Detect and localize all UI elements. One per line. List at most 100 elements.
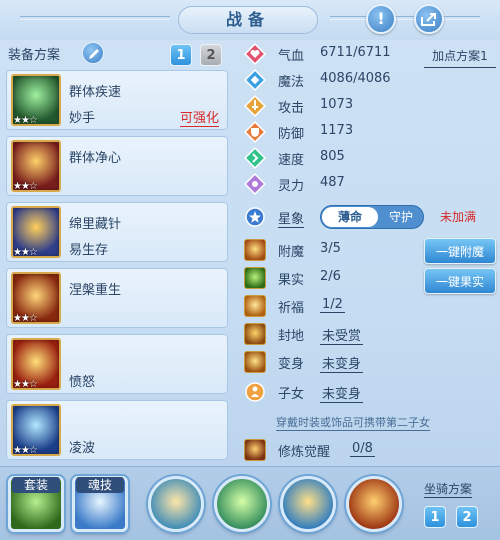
extra-value[interactable]: 未变身 xyxy=(320,383,364,403)
slot-stars: ★★☆ xyxy=(13,181,38,192)
star-sign-toggle[interactable]: 薄命 守护 xyxy=(320,205,424,229)
skill-slot[interactable] xyxy=(148,476,204,532)
equip-slot[interactable]: ★★☆ 群体净心 xyxy=(6,136,228,196)
skill-slot[interactable] xyxy=(214,476,270,532)
slot-skill-name: 绵里藏针 xyxy=(69,217,122,232)
slot-stars: ★★☆ xyxy=(13,445,38,456)
awaken-icon xyxy=(244,439,266,461)
title-deco-left xyxy=(20,16,170,20)
soul-skill-tag: 魂技 xyxy=(76,477,124,493)
slot-skill-name: 群体净心 xyxy=(69,151,122,166)
second-child-hint[interactable]: 穿戴时装或饰品可携带第二子女 xyxy=(276,414,430,431)
share-arrow-icon xyxy=(421,13,436,26)
slot-skill-name: 涅槃重生 xyxy=(69,283,122,298)
blessing-icon xyxy=(244,295,266,317)
equip-slot[interactable]: ★★☆ 群体疾速 妙手 可强化 xyxy=(6,70,228,130)
extra-label: 果实 xyxy=(278,273,305,288)
stat-label: 防御 xyxy=(278,127,305,142)
extra-label: 附魔 xyxy=(278,245,305,260)
one-click-enchant-button[interactable]: 一键附魔 xyxy=(424,238,496,264)
fief-icon xyxy=(244,323,266,345)
equip-slot[interactable]: ★★☆ 愤怒 xyxy=(6,334,228,394)
slot-skill-name-2: 凌波 xyxy=(69,441,96,456)
stat-label: 气血 xyxy=(278,49,305,64)
mount-plan-label[interactable]: 坐骑方案 xyxy=(424,480,473,498)
stat-mp: 魔法 4086/4086 xyxy=(244,68,494,92)
blessing-row: 祈福 1/2 xyxy=(244,294,494,318)
skill-slot[interactable] xyxy=(346,476,402,532)
slot-stars: ★★☆ xyxy=(13,379,38,390)
one-click-fruit-button[interactable]: 一键果实 xyxy=(424,268,496,294)
equip-slot[interactable]: ★★☆ 绵里藏针 易生存 xyxy=(6,202,228,262)
stat-label: 灵力 xyxy=(278,179,305,194)
spirit-icon xyxy=(244,173,266,195)
equip-page-1-button[interactable]: 1 xyxy=(170,44,192,66)
star-sign-icon xyxy=(245,207,265,227)
stat-label: 魔法 xyxy=(278,75,305,90)
stat-value: 805 xyxy=(320,149,345,164)
equip-slot[interactable]: ★★☆ 涅槃重生 xyxy=(6,268,228,328)
outfit-set-tag: 套装 xyxy=(12,477,60,493)
stat-speed: 速度 805 xyxy=(244,146,494,170)
page-title: 战备 xyxy=(178,6,318,34)
mount-page-2-button[interactable]: 2 xyxy=(456,506,478,528)
transform-row: 变身 未变身 xyxy=(244,350,494,374)
extra-value[interactable]: 1/2 xyxy=(320,297,345,313)
equip-page-2-button[interactable]: 2 xyxy=(200,44,222,66)
slot-stars: ★★☆ xyxy=(13,115,38,126)
stat-attack: 攻击 1073 xyxy=(244,94,494,118)
extra-value[interactable]: 0/8 xyxy=(350,441,375,457)
equip-slot[interactable]: ★★☆ 凌波 xyxy=(6,400,228,460)
extra-label: 变身 xyxy=(278,357,305,372)
skill-slot[interactable] xyxy=(280,476,336,532)
mount-page-1-button[interactable]: 1 xyxy=(424,506,446,528)
sword-icon xyxy=(244,95,266,117)
stat-hp: 气血 6711/6711 xyxy=(244,42,494,66)
slot-skill-name: 群体疾速 xyxy=(69,85,122,100)
slot-skill-name-2: 妙手 xyxy=(69,111,96,126)
equip-plan-label: 装备方案 xyxy=(8,48,61,63)
stat-value: 6711/6711 xyxy=(320,45,391,60)
extra-value: 3/5 xyxy=(320,241,341,256)
stat-defense: 防御 1173 xyxy=(244,120,494,144)
stat-value: 1173 xyxy=(320,123,354,138)
enchant-icon xyxy=(244,239,266,261)
title-deco-right xyxy=(330,16,480,20)
star-sign-status: 未加满 xyxy=(440,210,477,224)
slot-stars: ★★☆ xyxy=(13,247,38,258)
pencil-icon xyxy=(89,49,99,59)
extra-value: 2/6 xyxy=(320,269,341,284)
extra-value[interactable]: 未受赏 xyxy=(320,325,364,345)
fruit-icon xyxy=(244,267,266,289)
info-icon[interactable]: ! xyxy=(366,4,396,34)
child-icon xyxy=(245,382,265,402)
fief-row: 封地 未受赏 xyxy=(244,322,494,346)
title-bar: 战备 ! xyxy=(0,0,500,40)
transform-icon xyxy=(244,351,266,373)
stat-value: 4086/4086 xyxy=(320,71,391,86)
cultivation-awaken-row: 修炼觉醒 0/8 xyxy=(244,438,494,462)
extra-value[interactable]: 未变身 xyxy=(320,353,364,373)
stat-label: 攻击 xyxy=(278,101,305,116)
stat-value: 487 xyxy=(320,175,345,190)
extra-label: 封地 xyxy=(278,329,305,344)
extra-label: 修炼觉醒 xyxy=(278,445,331,460)
extra-label: 祈福 xyxy=(278,301,305,316)
heart-icon xyxy=(244,43,266,65)
slot-skill-name-2: 易生存 xyxy=(69,243,109,258)
mana-icon xyxy=(244,69,266,91)
stat-value: 1073 xyxy=(320,97,354,112)
share-icon[interactable] xyxy=(414,4,444,34)
stat-spirit: 灵力 487 xyxy=(244,172,494,196)
slot-skill-name-2: 愤怒 xyxy=(69,375,96,390)
star-sign-label[interactable]: 星象 xyxy=(278,208,305,228)
shield-icon xyxy=(244,121,266,143)
extra-label: 子女 xyxy=(278,387,305,402)
enhance-link[interactable]: 可强化 xyxy=(179,107,219,127)
slot-stars: ★★☆ xyxy=(13,313,38,324)
speed-icon xyxy=(244,147,266,169)
children-row: 子女 未变身 xyxy=(244,380,494,404)
toggle-option-active[interactable]: 薄命 xyxy=(322,207,378,227)
edit-icon[interactable] xyxy=(82,42,104,64)
toggle-option-inactive[interactable]: 守护 xyxy=(379,207,423,227)
